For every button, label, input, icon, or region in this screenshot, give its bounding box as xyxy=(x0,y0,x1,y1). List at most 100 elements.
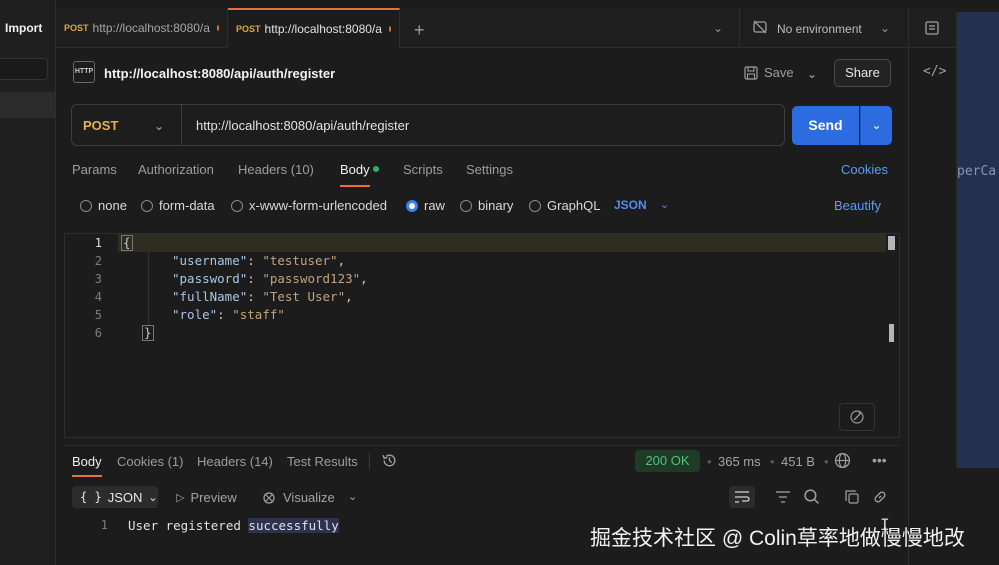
method-chevron-down-icon[interactable]: ⌄ xyxy=(154,119,164,133)
editor-scrollbar-thumb[interactable] xyxy=(889,324,894,342)
response-text: User registered xyxy=(128,518,249,533)
visualize-icon xyxy=(263,491,275,504)
tab-authorization[interactable]: Authorization xyxy=(138,162,214,177)
body-format-chevron-down-icon[interactable]: ⌄ xyxy=(660,198,669,211)
tabs-chevron-down-icon[interactable]: ⌄ xyxy=(713,21,723,35)
unsaved-dot-icon xyxy=(216,25,219,31)
tab-body[interactable]: Body xyxy=(340,162,370,177)
background-window-text: perCa xyxy=(957,164,997,179)
tab-url: http://localhost:8080/a xyxy=(92,21,210,35)
tab-method: POST xyxy=(236,24,261,34)
tab-method: POST xyxy=(64,23,89,33)
tab-scripts[interactable]: Scripts xyxy=(403,162,443,177)
response-format-select[interactable]: { } JSON ⌄ xyxy=(72,486,158,508)
radio-raw[interactable]: raw xyxy=(406,198,445,213)
search-icon[interactable] xyxy=(803,488,820,505)
tab-settings[interactable]: Settings xyxy=(466,162,513,177)
send-options-chevron-down-icon[interactable]: ⌄ xyxy=(860,106,892,145)
response-tab-body[interactable]: Body xyxy=(72,454,102,469)
response-tab-cookies[interactable]: Cookies (1) xyxy=(117,454,183,469)
wrap-lines-button[interactable] xyxy=(729,486,755,508)
tab-params[interactable]: Params xyxy=(72,162,117,177)
save-button[interactable]: Save xyxy=(744,65,794,80)
editor-scrollbar[interactable] xyxy=(888,236,895,250)
response-line-number: 1 xyxy=(100,518,108,532)
share-button[interactable]: Share xyxy=(834,59,891,87)
code-snippet-icon[interactable]: </> xyxy=(923,64,946,79)
play-icon: ▷ xyxy=(176,492,185,504)
divider xyxy=(369,453,370,469)
response-size[interactable]: 451 B xyxy=(781,454,815,469)
line-number: 4 xyxy=(94,290,102,304)
tab-url: http://localhost:8080/a xyxy=(264,22,382,36)
code-line: "role": "staff" xyxy=(172,307,285,322)
import-button[interactable]: Import xyxy=(0,16,54,40)
body-indicator-dot-icon xyxy=(373,166,379,172)
code-line: "password": "password123", xyxy=(172,271,368,286)
tab-headers-label: Headers xyxy=(238,162,288,177)
radio-form-data[interactable]: form-data xyxy=(141,198,215,213)
radio-none[interactable]: none xyxy=(80,198,127,213)
tab-headers[interactable]: Headers (10) xyxy=(238,162,314,177)
radio-label: GraphQL xyxy=(547,198,601,213)
radio-binary[interactable]: binary xyxy=(460,198,513,213)
url-bar xyxy=(71,104,785,146)
response-body-text[interactable]: User registered successfully xyxy=(128,518,339,533)
request-title[interactable]: http://localhost:8080/api/auth/register xyxy=(104,66,335,81)
beautify-button[interactable]: Beautify xyxy=(834,198,881,213)
new-tab-plus-icon[interactable]: + xyxy=(414,20,425,41)
ai-assist-button[interactable] xyxy=(839,403,875,431)
sidebar-search-input[interactable] xyxy=(0,58,48,80)
divider xyxy=(908,8,909,48)
response-tab-test-results[interactable]: Test Results xyxy=(287,454,358,469)
environment-chevron-down-icon[interactable]: ⌄ xyxy=(880,21,890,35)
radio-urlencoded[interactable]: x-www-form-urlencoded xyxy=(231,198,387,213)
filter-icon[interactable] xyxy=(775,490,791,504)
wrap-icon xyxy=(735,491,750,503)
more-options-icon[interactable]: ••• xyxy=(872,452,887,468)
save-icon xyxy=(744,65,758,80)
environment-selector[interactable]: No environment xyxy=(777,22,862,36)
url-input[interactable]: http://localhost:8080/api/auth/register xyxy=(196,118,409,133)
divider xyxy=(739,8,740,48)
indent-guide xyxy=(148,252,149,324)
code-open-brace: { xyxy=(121,235,133,251)
request-tab-1[interactable]: POST http://localhost:8080/a xyxy=(56,8,228,48)
save-options-chevron-down-icon[interactable]: ⌄ xyxy=(807,67,817,81)
radio-label: none xyxy=(98,198,127,213)
json-key: "username" xyxy=(172,253,248,268)
globe-icon[interactable] xyxy=(834,452,851,469)
method-select[interactable]: POST xyxy=(83,118,118,133)
radio-circle-icon xyxy=(141,199,153,212)
response-time[interactable]: 365 ms xyxy=(718,454,761,469)
active-tab-indicator xyxy=(72,475,102,477)
code-close-brace: } xyxy=(142,325,154,341)
visualize-chevron-down-icon[interactable]: ⌄ xyxy=(348,490,357,503)
json-value: "testuser" xyxy=(262,253,338,268)
preview-button[interactable]: ▷ Preview xyxy=(176,490,237,505)
status-badge[interactable]: 200 OK xyxy=(635,450,700,472)
json-value: "Test User" xyxy=(262,289,346,304)
radio-circle-icon xyxy=(80,199,92,212)
cookies-link[interactable]: Cookies xyxy=(841,162,888,177)
copy-icon[interactable] xyxy=(844,489,860,505)
response-tab-headers[interactable]: Headers (14) xyxy=(197,454,273,469)
radio-graphql[interactable]: GraphQL xyxy=(529,198,600,213)
send-button[interactable]: Send xyxy=(792,106,859,145)
radio-selected-icon xyxy=(406,199,418,212)
current-line-highlight xyxy=(118,234,886,252)
http-request-icon: HTTP xyxy=(73,61,95,83)
body-format-select[interactable]: JSON xyxy=(614,198,647,212)
visualize-label: Visualize xyxy=(283,490,335,505)
active-tab-indicator xyxy=(340,185,370,187)
visualize-button[interactable]: Visualize xyxy=(261,490,335,505)
chevron-down-icon: ⌄ xyxy=(148,491,158,504)
radio-label: binary xyxy=(478,198,514,213)
request-tab-2[interactable]: POST http://localhost:8080/a xyxy=(228,8,400,48)
link-icon[interactable] xyxy=(872,489,888,505)
history-icon[interactable] xyxy=(381,452,398,469)
sidebar-selected-item[interactable] xyxy=(0,92,55,118)
environment-quick-look-icon[interactable] xyxy=(924,20,940,36)
radio-circle-icon xyxy=(460,199,472,212)
code-line: "username": "testuser", xyxy=(172,253,346,268)
